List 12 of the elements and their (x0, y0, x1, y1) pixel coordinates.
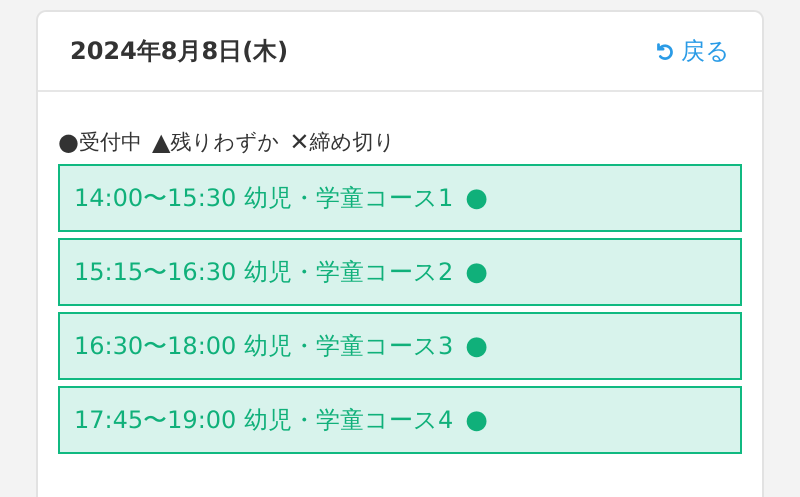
legend-label: 受付中 (78, 129, 142, 156)
legend-mark: ▲ (152, 128, 170, 156)
time-slot[interactable]: 14:00〜15:30 幼児・学童コース1 ● (58, 164, 742, 232)
legend-mark: ● (58, 128, 79, 156)
legend-label: 残りわずか (170, 129, 280, 156)
time-slot[interactable]: 16:30〜18:00 幼児・学童コース3 ● (58, 312, 742, 380)
legend-mark: ✕ (289, 128, 310, 156)
legend-label: 締め切り (310, 129, 396, 156)
date-title: 2024年8月8日(木) (70, 36, 288, 67)
time-slot[interactable]: 15:15〜16:30 幼児・学童コース2 ● (58, 238, 742, 306)
back-link[interactable]: 戻る (653, 35, 730, 67)
time-slot[interactable]: 17:45〜19:00 幼児・学童コース4 ● (58, 386, 742, 454)
